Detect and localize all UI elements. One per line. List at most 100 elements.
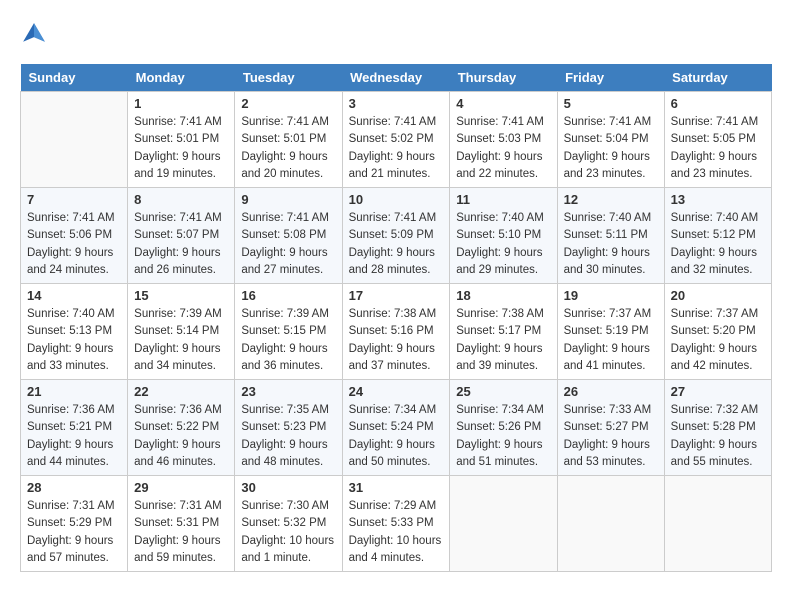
calendar-cell: 26 Sunrise: 7:33 AM Sunset: 5:27 PM Dayl… (557, 380, 664, 476)
cell-content: Sunrise: 7:29 AM Sunset: 5:33 PM Dayligh… (349, 498, 444, 567)
daylight-text: Daylight: 9 hours and 22 minutes. (456, 149, 550, 184)
sunrise-text: Sunrise: 7:34 AM (349, 402, 444, 419)
sunrise-text: Sunrise: 7:39 AM (134, 306, 228, 323)
day-number: 18 (456, 288, 550, 303)
sunset-text: Sunset: 5:32 PM (241, 515, 335, 532)
sunset-text: Sunset: 5:08 PM (241, 227, 335, 244)
sunset-text: Sunset: 5:01 PM (134, 131, 228, 148)
cell-content: Sunrise: 7:41 AM Sunset: 5:02 PM Dayligh… (349, 114, 444, 183)
day-number: 26 (564, 384, 658, 399)
cell-content: Sunrise: 7:39 AM Sunset: 5:15 PM Dayligh… (241, 306, 335, 375)
cell-content: Sunrise: 7:30 AM Sunset: 5:32 PM Dayligh… (241, 498, 335, 567)
sunset-text: Sunset: 5:01 PM (241, 131, 335, 148)
sunset-text: Sunset: 5:02 PM (349, 131, 444, 148)
daylight-text: Daylight: 9 hours and 37 minutes. (349, 341, 444, 376)
day-number: 20 (671, 288, 765, 303)
daylight-text: Daylight: 9 hours and 51 minutes. (456, 437, 550, 472)
calendar-cell: 2 Sunrise: 7:41 AM Sunset: 5:01 PM Dayli… (235, 92, 342, 188)
sunrise-text: Sunrise: 7:29 AM (349, 498, 444, 515)
day-number: 28 (27, 480, 121, 495)
calendar-cell: 9 Sunrise: 7:41 AM Sunset: 5:08 PM Dayli… (235, 188, 342, 284)
sunset-text: Sunset: 5:19 PM (564, 323, 658, 340)
daylight-text: Daylight: 9 hours and 23 minutes. (671, 149, 765, 184)
sunset-text: Sunset: 5:14 PM (134, 323, 228, 340)
day-number: 22 (134, 384, 228, 399)
sunrise-text: Sunrise: 7:35 AM (241, 402, 335, 419)
day-number: 11 (456, 192, 550, 207)
calendar-cell: 19 Sunrise: 7:37 AM Sunset: 5:19 PM Dayl… (557, 284, 664, 380)
day-number: 14 (27, 288, 121, 303)
cell-content: Sunrise: 7:36 AM Sunset: 5:22 PM Dayligh… (134, 402, 228, 471)
sunrise-text: Sunrise: 7:34 AM (456, 402, 550, 419)
logo-icon (20, 20, 48, 48)
calendar-cell: 6 Sunrise: 7:41 AM Sunset: 5:05 PM Dayli… (664, 92, 771, 188)
sunrise-text: Sunrise: 7:41 AM (241, 210, 335, 227)
daylight-text: Daylight: 9 hours and 33 minutes. (27, 341, 121, 376)
calendar-cell: 21 Sunrise: 7:36 AM Sunset: 5:21 PM Dayl… (21, 380, 128, 476)
sunrise-text: Sunrise: 7:31 AM (27, 498, 121, 515)
sunset-text: Sunset: 5:05 PM (671, 131, 765, 148)
sunset-text: Sunset: 5:06 PM (27, 227, 121, 244)
cell-content: Sunrise: 7:35 AM Sunset: 5:23 PM Dayligh… (241, 402, 335, 471)
day-number: 23 (241, 384, 335, 399)
sunrise-text: Sunrise: 7:30 AM (241, 498, 335, 515)
day-number: 13 (671, 192, 765, 207)
calendar-cell: 25 Sunrise: 7:34 AM Sunset: 5:26 PM Dayl… (450, 380, 557, 476)
calendar-cell: 8 Sunrise: 7:41 AM Sunset: 5:07 PM Dayli… (128, 188, 235, 284)
calendar-cell: 30 Sunrise: 7:30 AM Sunset: 5:32 PM Dayl… (235, 476, 342, 572)
calendar-cell: 20 Sunrise: 7:37 AM Sunset: 5:20 PM Dayl… (664, 284, 771, 380)
calendar-cell: 16 Sunrise: 7:39 AM Sunset: 5:15 PM Dayl… (235, 284, 342, 380)
logo (20, 20, 52, 48)
cell-content: Sunrise: 7:41 AM Sunset: 5:03 PM Dayligh… (456, 114, 550, 183)
sunrise-text: Sunrise: 7:41 AM (134, 114, 228, 131)
sunrise-text: Sunrise: 7:31 AM (134, 498, 228, 515)
day-number: 30 (241, 480, 335, 495)
cell-content: Sunrise: 7:41 AM Sunset: 5:05 PM Dayligh… (671, 114, 765, 183)
sunrise-text: Sunrise: 7:40 AM (564, 210, 658, 227)
cell-content: Sunrise: 7:39 AM Sunset: 5:14 PM Dayligh… (134, 306, 228, 375)
calendar-cell: 23 Sunrise: 7:35 AM Sunset: 5:23 PM Dayl… (235, 380, 342, 476)
day-number: 3 (349, 96, 444, 111)
day-number: 12 (564, 192, 658, 207)
day-number: 1 (134, 96, 228, 111)
sunrise-text: Sunrise: 7:36 AM (27, 402, 121, 419)
daylight-text: Daylight: 9 hours and 59 minutes. (134, 533, 228, 568)
daylight-text: Daylight: 9 hours and 24 minutes. (27, 245, 121, 280)
daylight-text: Daylight: 10 hours and 1 minute. (241, 533, 335, 568)
weekday-header-sunday: Sunday (21, 64, 128, 92)
sunrise-text: Sunrise: 7:41 AM (349, 210, 444, 227)
weekday-header-tuesday: Tuesday (235, 64, 342, 92)
sunset-text: Sunset: 5:27 PM (564, 419, 658, 436)
cell-content: Sunrise: 7:33 AM Sunset: 5:27 PM Dayligh… (564, 402, 658, 471)
sunset-text: Sunset: 5:21 PM (27, 419, 121, 436)
calendar-cell: 4 Sunrise: 7:41 AM Sunset: 5:03 PM Dayli… (450, 92, 557, 188)
sunset-text: Sunset: 5:20 PM (671, 323, 765, 340)
day-number: 21 (27, 384, 121, 399)
day-number: 24 (349, 384, 444, 399)
sunrise-text: Sunrise: 7:33 AM (564, 402, 658, 419)
sunrise-text: Sunrise: 7:32 AM (671, 402, 765, 419)
day-number: 16 (241, 288, 335, 303)
day-number: 15 (134, 288, 228, 303)
calendar-cell: 7 Sunrise: 7:41 AM Sunset: 5:06 PM Dayli… (21, 188, 128, 284)
sunrise-text: Sunrise: 7:41 AM (134, 210, 228, 227)
sunset-text: Sunset: 5:26 PM (456, 419, 550, 436)
day-number: 25 (456, 384, 550, 399)
daylight-text: Daylight: 9 hours and 44 minutes. (27, 437, 121, 472)
daylight-text: Daylight: 9 hours and 19 minutes. (134, 149, 228, 184)
day-number: 8 (134, 192, 228, 207)
daylight-text: Daylight: 9 hours and 21 minutes. (349, 149, 444, 184)
sunset-text: Sunset: 5:07 PM (134, 227, 228, 244)
cell-content: Sunrise: 7:38 AM Sunset: 5:17 PM Dayligh… (456, 306, 550, 375)
sunset-text: Sunset: 5:04 PM (564, 131, 658, 148)
week-row-5: 28 Sunrise: 7:31 AM Sunset: 5:29 PM Dayl… (21, 476, 772, 572)
daylight-text: Daylight: 9 hours and 41 minutes. (564, 341, 658, 376)
calendar-cell: 12 Sunrise: 7:40 AM Sunset: 5:11 PM Dayl… (557, 188, 664, 284)
day-number: 7 (27, 192, 121, 207)
sunset-text: Sunset: 5:33 PM (349, 515, 444, 532)
calendar-cell: 27 Sunrise: 7:32 AM Sunset: 5:28 PM Dayl… (664, 380, 771, 476)
weekday-header-thursday: Thursday (450, 64, 557, 92)
daylight-text: Daylight: 9 hours and 23 minutes. (564, 149, 658, 184)
cell-content: Sunrise: 7:41 AM Sunset: 5:06 PM Dayligh… (27, 210, 121, 279)
sunrise-text: Sunrise: 7:41 AM (671, 114, 765, 131)
